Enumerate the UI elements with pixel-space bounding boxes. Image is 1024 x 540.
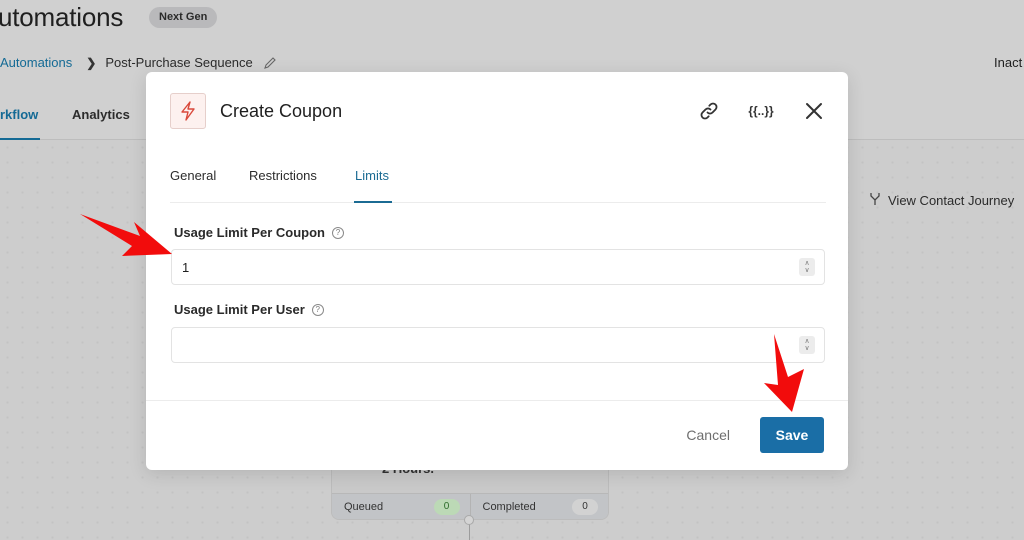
chevron-up-icon[interactable]: ∧ [804,260,809,267]
next-gen-badge: Next Gen [149,7,218,28]
stat-count: 0 [433,498,460,515]
help-icon[interactable]: ? [311,303,324,316]
tab-general[interactable]: General [170,168,216,183]
number-spinner[interactable]: ∧ ∨ [799,258,815,276]
breadcrumb: Automations ❯ Post-Purchase Sequence [0,55,277,70]
stat-label: Completed [482,500,536,513]
node-stat-queued[interactable]: Queued 0 [332,494,470,519]
pencil-icon[interactable] [263,56,277,70]
modal-header: Create Coupon {{..}} [146,72,848,150]
chevron-right-icon: ❯ [86,55,97,70]
modal-footer: Cancel Save [146,400,848,470]
link-icon[interactable] [697,99,721,123]
view-contact-journey-link[interactable]: View Contact Journey [868,192,1014,209]
cancel-button[interactable]: Cancel [686,427,730,443]
usage-limit-per-user-label: Usage Limit Per User ? [174,302,324,317]
breadcrumb-automations-link[interactable]: Automations [0,55,72,70]
active-tab-indicator [354,201,392,203]
stat-count: 0 [572,498,598,515]
view-contact-journey-label: View Contact Journey [888,193,1015,208]
page-title: utomations [0,2,124,32]
node-connector-dot[interactable] [464,515,474,525]
usage-limit-per-user-input[interactable] [171,327,825,363]
branch-icon [868,192,882,209]
tab-limits[interactable]: Limits [355,168,389,183]
tab-workflow[interactable]: rkflow [0,107,38,122]
annotation-arrow-icon [764,334,804,412]
save-button[interactable]: Save [760,417,824,453]
node-stat-completed[interactable]: Completed 0 [469,494,609,519]
field-label-text: Usage Limit Per Coupon [174,225,325,240]
modal-tabs: General Restrictions Limits [170,150,826,203]
tab-analytics[interactable]: Analytics [72,107,130,122]
lightning-bolt-icon [170,93,206,129]
create-coupon-modal: Create Coupon {{..}} General Restriction… [146,72,848,470]
modal-title: Create Coupon [220,101,343,121]
usage-limit-per-coupon-label: Usage Limit Per Coupon ? [174,225,344,240]
annotation-arrow-icon [80,214,172,256]
help-icon[interactable]: ? [331,226,344,239]
active-tab-indicator [0,138,40,140]
field-label-text: Usage Limit Per User [174,302,305,317]
automation-status[interactable]: Inact [994,55,1022,70]
breadcrumb-current: Post-Purchase Sequence [105,55,253,70]
usage-limit-per-coupon-input[interactable] [171,249,825,285]
close-icon[interactable] [802,99,826,123]
merge-tags-icon[interactable]: {{..}} [746,99,776,123]
stat-label: Queued [344,500,384,513]
tab-restrictions[interactable]: Restrictions [249,168,317,183]
chevron-down-icon[interactable]: ∨ [804,267,809,274]
